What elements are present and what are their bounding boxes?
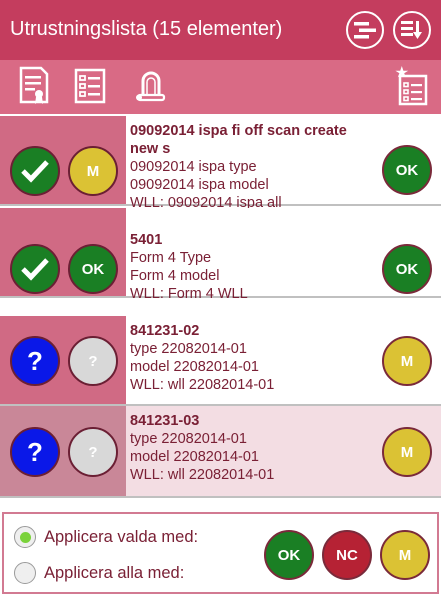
category-button[interactable]: M [68, 146, 118, 196]
item-name: 841231-03 [130, 413, 200, 429]
toolbar [0, 60, 441, 114]
status-ok-indicator[interactable] [10, 244, 60, 294]
apply-m-button[interactable]: M [380, 530, 430, 580]
new-checklist-icon [395, 66, 428, 106]
sort-download-icon [401, 21, 422, 39]
app-header: Utrustningslista (15 elementer) [0, 0, 441, 60]
apply-ok-button[interactable]: OK [264, 530, 314, 580]
category-button[interactable]: OK [68, 244, 118, 294]
list-item[interactable]: ? ? 841231-02 type 22082014-01 model 220… [0, 316, 441, 406]
category-button[interactable]: ? [68, 336, 118, 386]
certificate-button[interactable] [17, 66, 51, 106]
item-type: Form 4 Type [130, 250, 212, 266]
checklist-icon [74, 68, 106, 104]
item-type: 09092014 ispa type [130, 159, 257, 175]
item-type: type 22082014-01 [130, 431, 247, 447]
new-checklist-button[interactable] [395, 66, 429, 106]
filter-list-icon [354, 22, 376, 39]
status-unknown-indicator[interactable]: ? [10, 427, 60, 477]
apply-nc-button[interactable]: NC [322, 530, 372, 580]
shackle-icon [136, 71, 166, 102]
action-button[interactable]: OK [382, 145, 432, 195]
apply-selected-label: Applicera valda med: [44, 527, 199, 546]
item-name: 5401 [130, 232, 163, 248]
shackle-button[interactable] [134, 66, 168, 106]
radio-dot-icon [19, 531, 31, 543]
item-name: 09092014 ispa fi off scan create new s [130, 123, 347, 157]
list-item[interactable]: OK 5401 Form 4 Type Form 4 model WLL: Fo… [0, 208, 441, 302]
item-model: model 22082014-01 [130, 359, 259, 375]
list-item[interactable]: ? ? 841231-03 type 22082014-01 model 220… [0, 406, 441, 498]
apply-all-option[interactable]: Applicera alla med: [14, 562, 184, 584]
item-model: model 22082014-01 [130, 449, 259, 465]
page-title: Utrustningslista (15 elementer) [10, 18, 283, 40]
item-name: 841231-02 [130, 323, 200, 339]
item-model: 09092014 ispa model [130, 177, 269, 193]
apply-all-label: Applicera alla med: [44, 563, 185, 582]
item-wll: WLL: wll 22082014-01 [130, 467, 275, 483]
checkmark-icon [21, 258, 49, 281]
certificate-document-icon [19, 66, 49, 104]
checklist-button[interactable] [73, 66, 107, 106]
item-wll: WLL: Form 4 WLL [130, 286, 248, 302]
status-unknown-indicator[interactable]: ? [10, 336, 60, 386]
action-button[interactable]: M [382, 427, 432, 477]
apply-panel: Applicera valda med: Applicera alla med:… [2, 512, 439, 594]
status-ok-indicator[interactable] [10, 146, 60, 196]
radio-button-unselected[interactable] [14, 562, 36, 584]
filter-list-button[interactable] [346, 11, 384, 49]
checkmark-icon [21, 160, 49, 183]
apply-selected-option[interactable]: Applicera valda med: [14, 526, 198, 548]
sort-download-button[interactable] [393, 11, 431, 49]
action-button[interactable]: OK [382, 244, 432, 294]
category-button[interactable]: ? [68, 427, 118, 477]
radio-button-selected[interactable] [14, 526, 36, 548]
action-button[interactable]: M [382, 336, 432, 386]
list-item[interactable]: M 09092014 ispa fi off scan create new s… [0, 116, 441, 211]
item-type: type 22082014-01 [130, 341, 247, 357]
item-model: Form 4 model [130, 268, 220, 284]
item-wll: WLL: wll 22082014-01 [130, 377, 275, 393]
